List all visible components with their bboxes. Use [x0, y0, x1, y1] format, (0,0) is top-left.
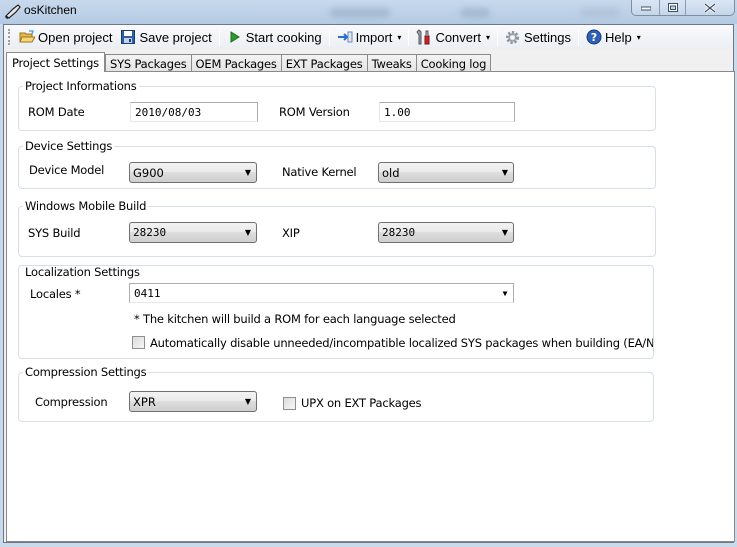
tab-sys-packages[interactable]: SYS Packages: [104, 54, 192, 72]
help-icon: ?: [586, 29, 602, 45]
windows-mobile-build-group: Windows Mobile Build SYS Build 28230 ▼ X…: [18, 199, 656, 257]
maximize-button[interactable]: [660, 0, 686, 15]
main-window: Open project Save project Start cooking …: [3, 24, 735, 543]
tab-oem-packages[interactable]: OEM Packages: [190, 54, 282, 72]
maximize-icon: [667, 3, 678, 12]
device-model-value: G900: [133, 165, 164, 180]
device-model-select[interactable]: G900 ▼: [129, 162, 257, 183]
rom-date-label: ROM Date: [28, 105, 85, 119]
play-icon: [227, 29, 243, 45]
sys-build-label: SYS Build: [28, 226, 81, 240]
folder-open-icon: [19, 29, 35, 45]
native-kernel-select[interactable]: old ▼: [378, 162, 514, 183]
kitchen-knife-icon: [4, 3, 22, 19]
localization-settings-group: Localization Settings Locales * 0411 ▼ *…: [18, 265, 654, 359]
tab-tweaks[interactable]: Tweaks: [366, 54, 417, 72]
compression-select[interactable]: XPR ▼: [129, 391, 257, 412]
toolbar-separator: [577, 28, 579, 46]
tab-ext-packages[interactable]: EXT Packages: [280, 54, 368, 72]
project-informations-group: Project Informations ROM Date ROM Versio…: [18, 79, 656, 131]
import-label: Import: [355, 29, 393, 45]
xip-value: 28230: [382, 226, 416, 239]
help-label: Help: [604, 29, 632, 45]
tab-strip: Project Settings SYS Packages OEM Packag…: [6, 52, 492, 72]
gear-icon: [505, 29, 521, 45]
svg-text:?: ?: [591, 31, 597, 44]
dropdown-arrow-icon: ▼: [244, 168, 252, 177]
dropdown-arrow-icon: ▼: [244, 397, 252, 406]
tools-icon: [416, 29, 432, 45]
locales-value: 0411: [134, 286, 161, 300]
toolbar-separator: [218, 28, 220, 46]
compression-settings-group: Compression Settings Compression XPR ▼ U…: [18, 365, 654, 422]
device-settings-group: Device Settings Device Model G900 ▼ Nati…: [18, 139, 656, 189]
rom-date-input[interactable]: [130, 102, 258, 122]
group-title: Project Informations: [23, 79, 139, 93]
auto-disable-checkbox[interactable]: [132, 336, 145, 349]
tab-cooking-log[interactable]: Cooking log: [415, 54, 492, 72]
settings-button[interactable]: Settings: [501, 26, 575, 48]
window-controls: [631, 0, 735, 16]
chevron-down-icon: ▾: [397, 32, 402, 42]
group-title: Compression Settings: [23, 365, 149, 379]
title-bar-background-blur: [330, 8, 390, 18]
compression-label: Compression: [35, 395, 108, 409]
tab-project-settings[interactable]: Project Settings: [6, 52, 105, 72]
xip-label: XIP: [282, 226, 300, 240]
window-title: osKitchen: [24, 3, 77, 17]
toolbar-separator: [328, 28, 330, 46]
sys-build-select[interactable]: 28230 ▼: [129, 222, 257, 243]
toolbar: Open project Save project Start cooking …: [4, 25, 733, 49]
title-bar-background-blur: [580, 8, 620, 18]
title-bar: osKitchen: [0, 0, 737, 24]
toolbar-separator: [408, 28, 410, 46]
dropdown-arrow-icon: ▼: [244, 228, 252, 237]
locales-note: * The kitchen will build a ROM for each …: [134, 312, 456, 326]
minimize-icon: [640, 6, 651, 10]
upx-checkbox[interactable]: [283, 397, 296, 410]
dropdown-arrow-icon: ▼: [502, 288, 508, 298]
native-kernel-value: old: [382, 165, 400, 180]
rom-version-label: ROM Version: [279, 105, 350, 119]
compression-value: XPR: [133, 394, 156, 409]
sys-build-value: 28230: [133, 226, 167, 239]
xip-select[interactable]: 28230 ▼: [378, 222, 514, 243]
import-arrow-icon: [337, 29, 353, 45]
locales-select[interactable]: 0411 ▼: [129, 283, 514, 303]
title-bar-background-blur: [460, 8, 490, 18]
group-title: Device Settings: [23, 139, 115, 153]
toolbar-separator: [496, 28, 498, 46]
minimize-button[interactable]: [632, 0, 660, 15]
rom-version-input[interactable]: [379, 102, 515, 122]
chevron-down-icon: ▾: [636, 32, 641, 42]
locales-label: Locales *: [30, 287, 81, 301]
save-project-label: Save project: [139, 29, 212, 45]
toolbar-grip[interactable]: [8, 29, 11, 45]
start-cooking-label: Start cooking: [245, 29, 322, 45]
help-button[interactable]: ? Help ▾: [582, 26, 645, 48]
chevron-down-icon: ▾: [485, 32, 490, 42]
native-kernel-label: Native Kernel: [282, 165, 357, 179]
close-button[interactable]: [686, 0, 734, 15]
close-icon: [704, 2, 716, 13]
convert-button[interactable]: Convert ▾: [412, 26, 494, 48]
project-settings-panel: Project Informations ROM Date ROM Versio…: [6, 71, 735, 542]
dropdown-arrow-icon: ▼: [501, 228, 509, 237]
open-project-label: Open project: [38, 29, 113, 45]
start-cooking-button[interactable]: Start cooking: [223, 26, 326, 48]
group-title: Windows Mobile Build: [23, 199, 149, 213]
auto-disable-label[interactable]: Automatically disable unneeded/incompati…: [150, 336, 653, 350]
upx-label[interactable]: UPX on EXT Packages: [301, 396, 422, 410]
save-icon: [120, 29, 136, 45]
settings-label: Settings: [523, 29, 571, 45]
group-title: Localization Settings: [23, 265, 142, 279]
save-project-button[interactable]: Save project: [116, 26, 215, 48]
open-project-button[interactable]: Open project: [15, 26, 116, 48]
import-button[interactable]: Import ▾: [333, 26, 406, 48]
device-model-label: Device Model: [29, 163, 105, 177]
convert-label: Convert: [435, 29, 481, 45]
dropdown-arrow-icon: ▼: [501, 168, 509, 177]
